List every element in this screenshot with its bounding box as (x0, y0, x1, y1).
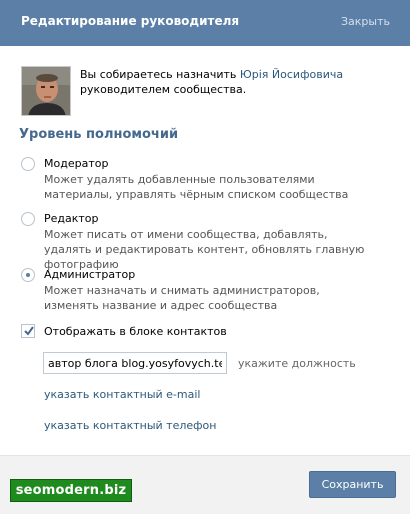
option-moderator[interactable]: Модератор Может удалять добавленные поль… (21, 157, 381, 201)
intro-text: Вы собираетесь назначить Юрія Йосифовича… (80, 67, 380, 97)
option-editor[interactable]: Редактор Может писать от имени сообществ… (21, 212, 381, 271)
radio-editor[interactable] (21, 212, 35, 226)
intro-after: руководителем сообщества. (80, 83, 247, 96)
radio-moderator[interactable] (21, 157, 35, 171)
intro-before: Вы собираетесь назначить (80, 68, 240, 81)
option-label: Администратор (44, 268, 136, 281)
watermark-logo: seomodern.biz (10, 479, 132, 502)
show-in-contacts-checkbox[interactable] (21, 324, 35, 338)
checkmark-icon (24, 326, 34, 336)
permissions-title: Уровень полномочий (19, 127, 179, 142)
show-in-contacts-label: Отображать в блоке контактов (44, 325, 227, 338)
save-button[interactable]: Сохранить (309, 471, 396, 498)
user-photo-icon (22, 67, 70, 115)
user-name-link[interactable]: Юрія Йосифовича (240, 68, 343, 81)
dialog-header: Редактирование руководителя Закрыть (0, 0, 410, 46)
option-label: Редактор (44, 212, 99, 225)
option-administrator[interactable]: Администратор Может назначать и снимать … (21, 268, 381, 312)
contact-phone-link[interactable]: указать контактный телефон (44, 419, 216, 432)
option-description: Может удалять добавленные пользователями… (44, 173, 349, 201)
dialog-title: Редактирование руководителя (21, 14, 240, 28)
contact-email-link[interactable]: указать контактный e-mail (44, 388, 200, 401)
option-description: Может назначать и снимать администраторо… (44, 284, 320, 312)
position-input[interactable] (43, 352, 227, 374)
radio-administrator[interactable] (21, 268, 35, 282)
option-label: Модератор (44, 157, 109, 170)
position-hint: укажите должность (238, 357, 356, 370)
close-link[interactable]: Закрыть (341, 15, 390, 28)
option-description: Может писать от имени сообщества, добавл… (44, 228, 365, 271)
avatar (21, 66, 71, 116)
